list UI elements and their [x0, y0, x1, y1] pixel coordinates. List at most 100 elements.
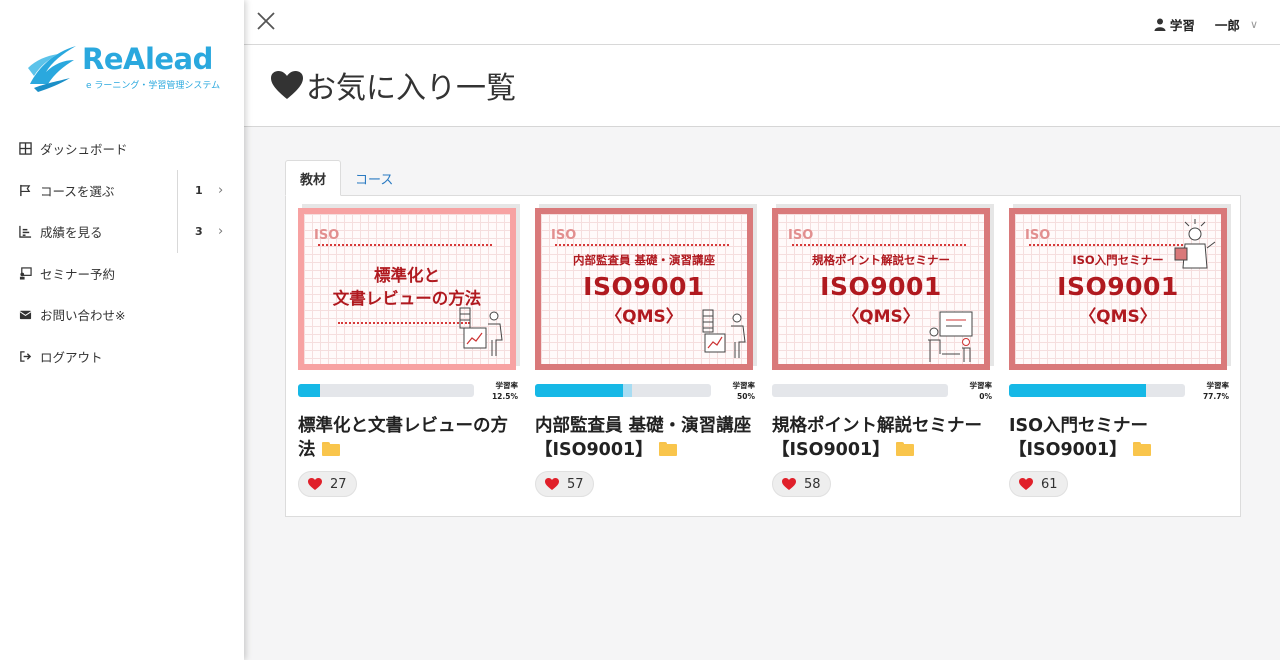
chevron-down-icon: ∨ [1249, 18, 1258, 31]
folder-icon [321, 442, 340, 456]
card-title[interactable]: ISO入門セミナー【ISO9001】 [1009, 414, 1229, 462]
tab-courses[interactable]: コース [341, 160, 407, 196]
tab-materials[interactable]: 教材 [285, 160, 342, 196]
heart-icon [782, 478, 796, 490]
sidebar-item-label: 成績を見る [40, 225, 103, 241]
sidebar-item-label: お問い合わせ※ [40, 308, 126, 324]
sidebar-nav: ダッシュボード コースを選ぶ 1 › 成績を見る 3 › セミナー予約 お問い合… [0, 128, 244, 377]
illustration-icon [928, 311, 973, 362]
heart-icon [545, 478, 559, 490]
progress-rate: 学習率 12.5% [492, 380, 518, 402]
like-count: 61 [1041, 476, 1058, 492]
card-title[interactable]: 内部監査員 基礎・演習講座【ISO9001】 [535, 414, 755, 462]
progress-rate: 学習率 77.7% [1203, 380, 1229, 402]
card-title-text: ISO入門セミナー【ISO9001】 [1009, 416, 1148, 460]
card-title[interactable]: 標準化と文書レビューの方法 [298, 414, 518, 462]
progress-bar [298, 384, 474, 397]
folder-icon [658, 442, 677, 456]
wing-logo-icon [28, 46, 76, 92]
close-icon[interactable] [254, 9, 278, 33]
progress-value: 50% [737, 392, 755, 401]
progress-value: 0% [979, 392, 992, 401]
thumbnail-frame: ISO ISO入門セミナー ISO9001 〈QMS〉 [1009, 208, 1227, 370]
nav-divider [177, 169, 178, 211]
progress-row: 学習率 77.7% [1009, 380, 1231, 406]
page-header: お気に入り一覧 [244, 45, 1280, 127]
flag-icon [18, 183, 32, 197]
heart-icon [271, 71, 303, 99]
folder-icon [1132, 442, 1151, 456]
like-button[interactable]: 57 [535, 471, 594, 497]
thumb-line-1: 標準化と [374, 266, 440, 285]
brand-name: ReAlead [82, 42, 213, 76]
envelope-icon [18, 308, 32, 322]
user-last-name: 一郎 [1214, 18, 1240, 33]
chevron-right-icon[interactable]: › [218, 224, 223, 239]
progress-fill [298, 384, 320, 397]
sidebar-item-select-course[interactable]: コースを選ぶ 1 › [0, 169, 244, 211]
thumb-subtitle: 内部監査員 基礎・演習講座 [572, 253, 715, 267]
like-button[interactable]: 27 [298, 471, 357, 497]
chevron-right-icon[interactable]: › [218, 183, 223, 198]
brand-logo[interactable]: ReAlead e ラーニング・学習管理システム [24, 38, 234, 94]
user-icon [1154, 18, 1166, 31]
heart-icon [1019, 478, 1033, 490]
sidebar-item-label: ログアウト [40, 349, 103, 365]
progress-bar [535, 384, 711, 397]
thumbnail-frame: ISO 規格ポイント解説セミナー ISO9001 〈QMS〉 [772, 208, 990, 370]
card-thumbnail[interactable]: ISO 標準化と 文書レビューの方法 [298, 204, 520, 374]
like-count: 57 [567, 476, 584, 492]
thumb-standard: ISO9001 [820, 272, 942, 301]
progress-fill [1009, 384, 1146, 397]
thumb-standard: ISO9001 [1057, 272, 1179, 301]
progress-label: 学習率 [732, 381, 756, 390]
thumb-iso-label: ISO [314, 228, 340, 243]
like-button[interactable]: 61 [1009, 471, 1068, 497]
like-count: 27 [330, 476, 347, 492]
thumbnail-frame: ISO 内部監査員 基礎・演習講座 ISO9001 〈QMS〉 [535, 208, 753, 370]
progress-rate: 学習率 0% [970, 380, 993, 402]
content-tabs: 教材 コース [285, 160, 407, 196]
sidebar-item-seminar[interactable]: セミナー予約 [0, 253, 244, 295]
sign-out-icon [18, 349, 32, 363]
top-bar: 学習 一郎 ∨ [244, 0, 1280, 45]
card-thumbnail[interactable]: ISO 内部監査員 基礎・演習講座 ISO9001 〈QMS〉 [535, 204, 757, 374]
sidebar-item-logout[interactable]: ログアウト [0, 336, 244, 378]
bar-chart-icon [18, 225, 32, 239]
progress-label: 学習率 [1206, 381, 1230, 390]
sidebar-item-dashboard[interactable]: ダッシュボード [0, 128, 244, 170]
thumb-subtitle: 規格ポイント解説セミナー [812, 253, 950, 267]
sidebar-item-contact[interactable]: お問い合わせ※ [0, 294, 244, 336]
user-menu[interactable]: 学習 一郎 ∨ [1154, 15, 1258, 34]
card-thumbnail[interactable]: ISO ISO入門セミナー ISO9001 〈QMS〉 [1009, 204, 1231, 374]
progress-label: 学習率 [969, 381, 993, 390]
card-title-text: 規格ポイント解説セミナー【ISO9001】 [772, 416, 982, 460]
seminar-icon [18, 266, 32, 280]
card-title[interactable]: 規格ポイント解説セミナー【ISO9001】 [772, 414, 992, 462]
nav-count-badge: 3 [195, 225, 203, 239]
sidebar-item-grades[interactable]: 成績を見る 3 › [0, 211, 244, 253]
like-button[interactable]: 58 [772, 471, 831, 497]
progress-label: 学習率 [495, 381, 519, 390]
illustration-icon [459, 307, 503, 356]
illustration-icon [1174, 219, 1216, 269]
like-count: 58 [804, 476, 821, 492]
sidebar-item-label: セミナー予約 [40, 266, 116, 282]
card-title-text: 内部監査員 基礎・演習講座【ISO9001】 [535, 416, 752, 460]
progress-bar [1009, 384, 1185, 397]
sidebar-item-label: コースを選ぶ [40, 183, 115, 199]
heart-icon [308, 478, 322, 490]
progress-row: 学習率 50% [535, 380, 757, 406]
sidebar: ReAlead e ラーニング・学習管理システム ダッシュボード コースを選ぶ … [0, 0, 244, 660]
page-title-text: お気に入り一覧 [306, 71, 516, 106]
progress-rate: 学習率 50% [733, 380, 756, 402]
thumb-iso-label: ISO [551, 228, 577, 243]
thumb-iso-label: ISO [788, 228, 814, 243]
sidebar-item-label: ダッシュボード [40, 142, 128, 158]
favorites-panel: ISO 標準化と 文書レビューの方法 学習率 12.5% 標準化と文書レビューの… [285, 195, 1241, 517]
thumb-iso-label: ISO [1025, 228, 1051, 243]
thumb-standard: ISO9001 [583, 272, 705, 301]
user-first-name: 学習 [1169, 18, 1195, 33]
brand-subtitle: e ラーニング・学習管理システム [86, 81, 221, 91]
card-thumbnail[interactable]: ISO 規格ポイント解説セミナー ISO9001 〈QMS〉 [772, 204, 994, 374]
